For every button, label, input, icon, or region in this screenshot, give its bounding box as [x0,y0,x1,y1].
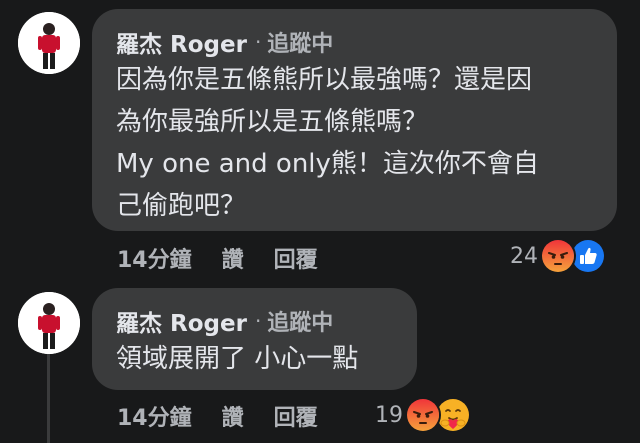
reaction-summary[interactable]: 19 [375,397,471,433]
reaction-count: 19 [375,402,403,428]
comment-actions: 14分鐘 讚 回覆 [117,243,318,273]
comment-bubble: 羅杰 Roger · 追蹤中 因為你是五條熊所以最強嗎？還是因 為你最強所以是五… [92,9,617,231]
angry-icon [405,397,441,433]
comment-text-line: My one and only熊！這次你不會自 [116,149,539,179]
timestamp[interactable]: 14分鐘 [117,400,192,432]
timestamp[interactable]: 14分鐘 [117,242,192,274]
comment-text-line: 為你最強所以是五條熊嗎？ [116,107,429,137]
angry-icon [540,238,576,274]
comment-text: 因為你是五條熊所以最強嗎？還是因 為你最強所以是五條熊嗎？ My one and… [116,59,597,227]
separator-dot: · [254,309,262,333]
thread-line [47,350,50,443]
reply-button[interactable]: 回覆 [274,400,318,432]
like-button[interactable]: 讚 [222,400,244,432]
comment-text: 領域展開了 小心一點 [116,338,397,380]
avatar[interactable] [18,12,80,74]
reaction-count: 24 [510,243,538,269]
separator-dot: · [254,30,262,54]
like-button[interactable]: 讚 [222,242,244,274]
following-label[interactable]: 追蹤中 [267,305,333,337]
author-name[interactable]: 羅杰 Roger [116,304,247,338]
comment-actions: 14分鐘 讚 回覆 [117,401,318,431]
comment-text-line: 己偷跑吧？ [116,191,247,221]
avatar-image [18,12,80,74]
reply-button[interactable]: 回覆 [274,242,318,274]
comment-bubble: 羅杰 Roger · 追蹤中 領域展開了 小心一點 [92,288,417,390]
comment-header: 羅杰 Roger · 追蹤中 [116,304,397,338]
reaction-summary[interactable]: 24 [510,238,606,274]
author-name[interactable]: 羅杰 Roger [116,25,247,59]
avatar[interactable] [18,292,80,354]
following-label[interactable]: 追蹤中 [267,26,333,58]
comment-text-line: 因為你是五條熊所以最強嗎？還是因 [116,65,533,95]
comment-header: 羅杰 Roger · 追蹤中 [116,25,597,59]
avatar-image [18,292,80,354]
comment-text-line: 領域展開了 小心一點 [116,344,359,374]
